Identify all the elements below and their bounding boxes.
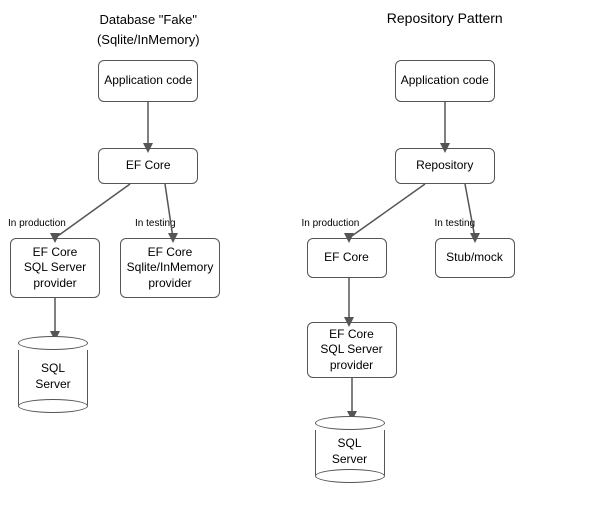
diagram2-ef-sql-box: EF Core SQL Server provider — [307, 322, 397, 378]
diagram1-in-testing-label: In testing — [135, 218, 176, 229]
diagram2-stub-mock-box: Stub/mock — [435, 238, 515, 278]
diagram1-ef-sqlite-label: EF Core Sqlite/InMemory provider — [127, 245, 214, 292]
diagram1-in-production-label: In production — [8, 218, 66, 229]
diagram2-repository-label: Repository — [416, 158, 473, 174]
diagram1-sql-server-cylinder: SQL Server — [18, 336, 88, 413]
diagram1-sql-server-label: SQL Server — [35, 361, 70, 392]
diagram1-ef-core-box: EF Core — [98, 148, 198, 184]
diagram1-title: Database "Fake" (Sqlite/InMemory) — [0, 10, 297, 49]
diagram2-repository-box: Repository — [395, 148, 495, 184]
diagram2-ef-core-box: EF Core — [307, 238, 387, 278]
diagram1-app-code-box: Application code — [98, 60, 198, 102]
diagram2-sql-server-cylinder: SQL Server — [315, 416, 385, 483]
diagram2-in-production-label: In production — [302, 218, 360, 229]
diagram2-ef-core-label: EF Core — [324, 250, 369, 266]
diagram2-app-code-box: Application code — [395, 60, 495, 102]
diagram1-ef-sql-box: EF Core SQL Server provider — [10, 238, 100, 298]
diagram1-ef-sql-label: EF Core SQL Server provider — [24, 245, 86, 292]
diagram-container: Database "Fake" (Sqlite/InMemory) Applic… — [0, 0, 593, 514]
diagram2-stub-mock-label: Stub/mock — [446, 250, 503, 266]
diagram2-sql-server-label: SQL Server — [332, 436, 367, 467]
diagram-left: Database "Fake" (Sqlite/InMemory) Applic… — [0, 0, 297, 514]
diagram1-app-code-label: Application code — [104, 73, 192, 89]
diagram1-ef-core-label: EF Core — [126, 158, 171, 174]
diagram2-title: Repository Pattern — [297, 10, 593, 26]
diagram1-ef-sqlite-box: EF Core Sqlite/InMemory provider — [120, 238, 220, 298]
diagram2-app-code-label: Application code — [401, 73, 489, 89]
diagram-right: Repository Pattern Application code Repo… — [297, 0, 593, 514]
diagram2-ef-sql-label: EF Core SQL Server provider — [320, 327, 382, 374]
diagram2-in-testing-label: In testing — [435, 218, 476, 229]
